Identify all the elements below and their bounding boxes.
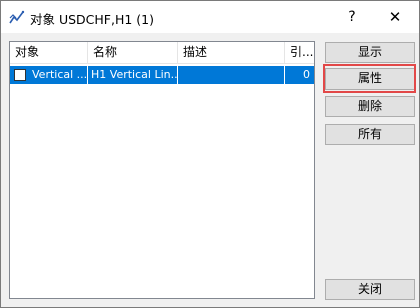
objects-list[interactable]: 对象 名称 描述 引... Vertical ... H1 Vertical L… bbox=[9, 41, 315, 299]
delete-button[interactable]: 删除 bbox=[325, 96, 415, 117]
objects-dialog: 对象 USDCHF,H1 (1) ? ✕ 对象 名称 描述 引... Verti… bbox=[0, 0, 420, 308]
title-bar: 对象 USDCHF,H1 (1) ? ✕ bbox=[1, 1, 419, 33]
column-header-object[interactable]: 对象 bbox=[10, 42, 88, 64]
chart-line-icon bbox=[9, 10, 25, 24]
close-button[interactable]: 关闭 bbox=[325, 279, 415, 300]
window-close-button[interactable]: ✕ bbox=[371, 1, 419, 33]
cell-object: Vertical ... bbox=[10, 66, 88, 84]
window-title: 对象 USDCHF,H1 (1) bbox=[30, 12, 155, 27]
cell-ref: 0 bbox=[303, 68, 310, 81]
list-header: 对象 名称 描述 引... bbox=[10, 42, 314, 64]
cell-description bbox=[178, 66, 285, 84]
properties-highlight-box bbox=[323, 64, 416, 93]
column-header-description[interactable]: 描述 bbox=[178, 42, 285, 64]
show-button[interactable]: 显示 bbox=[325, 42, 415, 63]
all-button[interactable]: 所有 bbox=[325, 124, 415, 145]
column-header-name[interactable]: 名称 bbox=[88, 42, 178, 64]
column-header-ref[interactable]: 引... bbox=[285, 42, 314, 64]
help-button[interactable]: ? bbox=[335, 1, 369, 33]
cell-name: H1 Vertical Lin... bbox=[88, 66, 178, 84]
list-row[interactable]: Vertical ... H1 Vertical Lin... 0 bbox=[10, 66, 314, 84]
